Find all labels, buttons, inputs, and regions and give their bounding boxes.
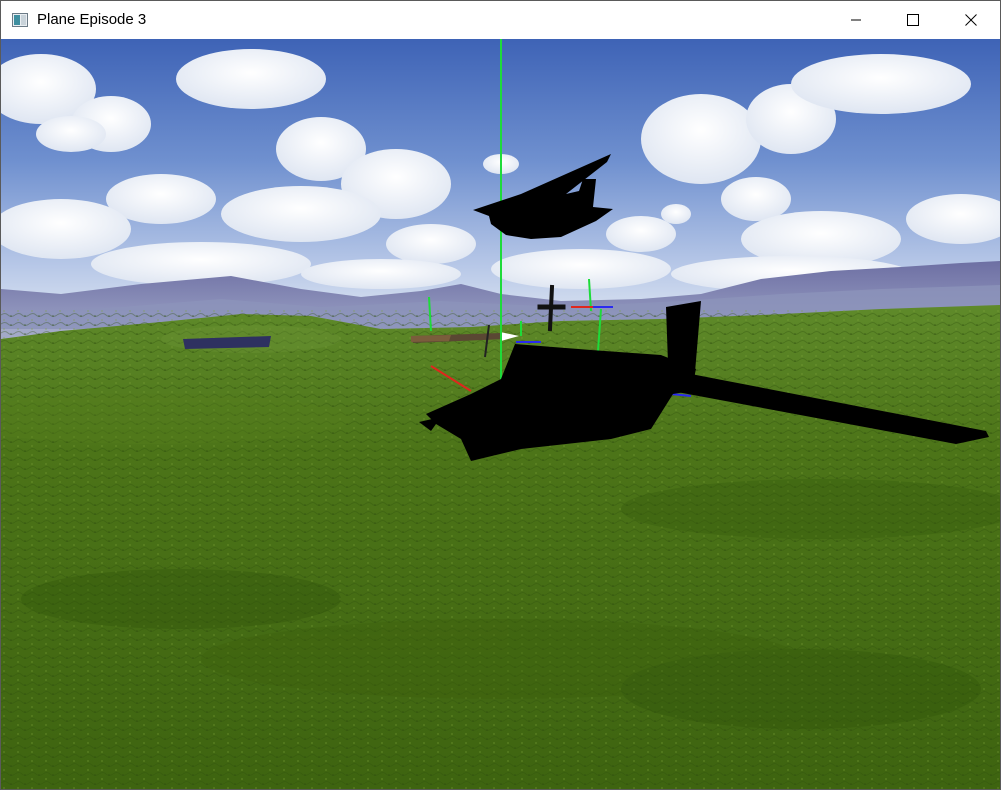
app-icon — [12, 13, 28, 27]
maximize-icon — [907, 14, 919, 26]
maximize-button[interactable] — [884, 1, 942, 39]
title-bar[interactable]: Plane Episode 3 — [1, 1, 1000, 39]
scene-canvas[interactable] — [1, 39, 1000, 789]
minimize-button[interactable] — [827, 1, 885, 39]
close-button[interactable] — [942, 1, 1000, 39]
game-viewport[interactable] — [1, 39, 1000, 789]
minimize-icon — [851, 19, 861, 21]
window-title: Plane Episode 3 — [37, 11, 147, 28]
game-window: Plane Episode 3 — [0, 0, 1001, 790]
close-icon — [965, 14, 977, 26]
